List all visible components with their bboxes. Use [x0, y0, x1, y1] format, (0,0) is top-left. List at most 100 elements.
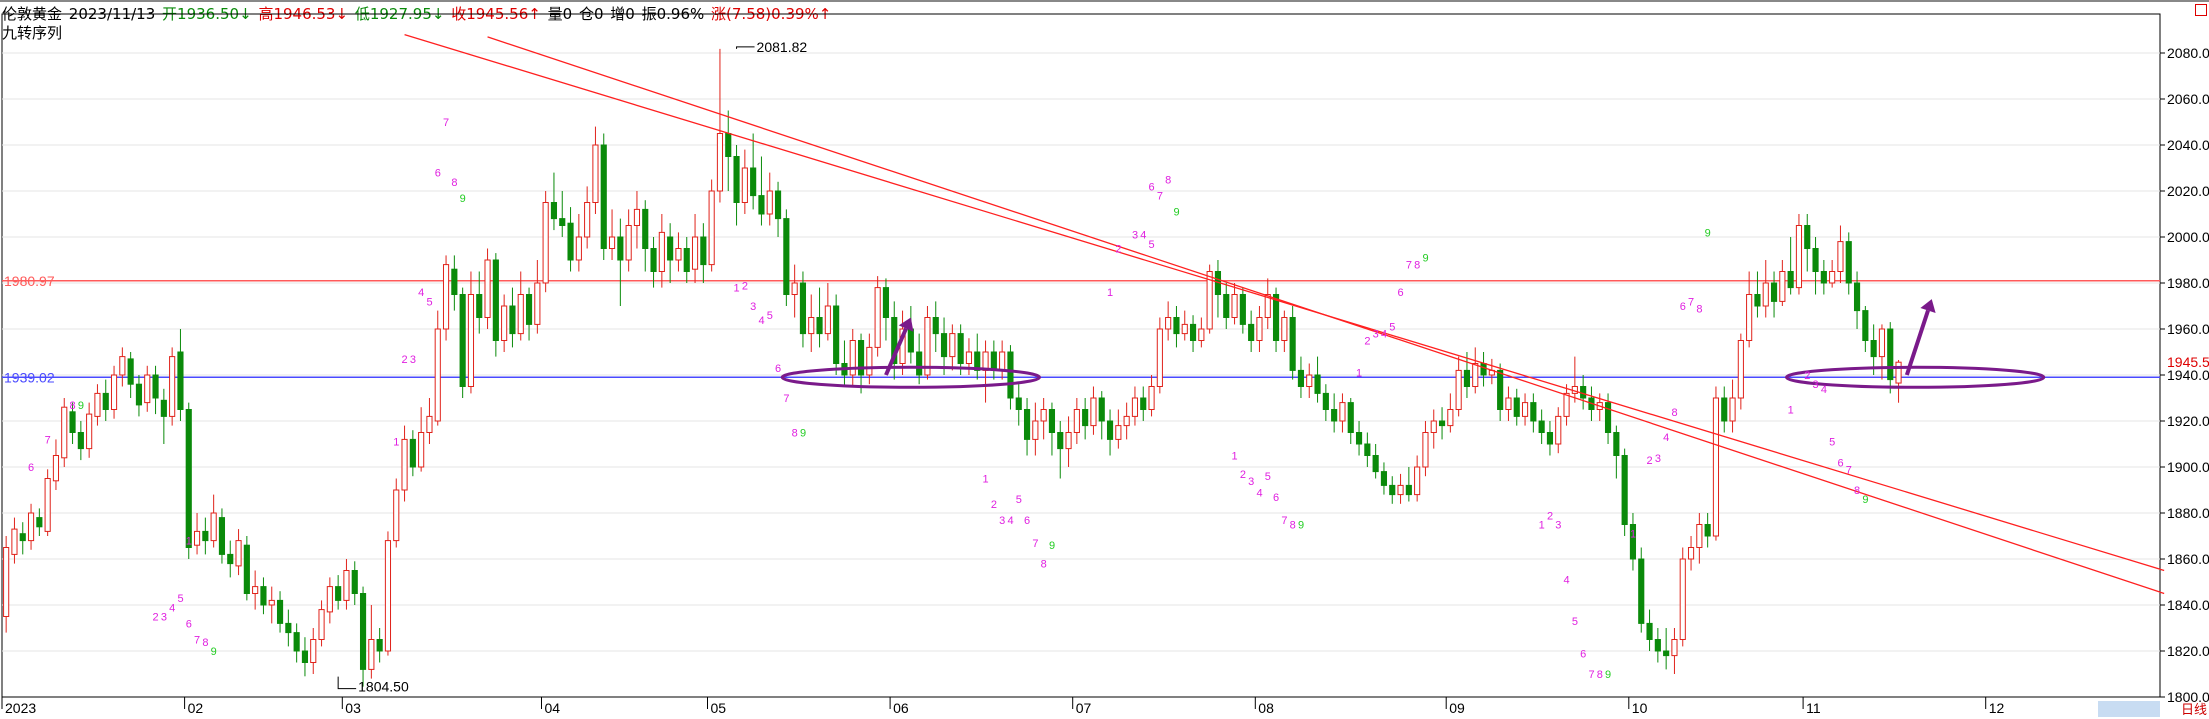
- candle-body: [1862, 310, 1869, 342]
- candle: [1397, 473, 1404, 504]
- td-count-label: 8: [1597, 669, 1603, 681]
- candle: [1414, 455, 1421, 502]
- candle: [1638, 547, 1645, 633]
- candle: [1480, 352, 1487, 387]
- candle: [335, 575, 342, 610]
- candle: [824, 283, 831, 341]
- candle: [1862, 306, 1869, 352]
- support-label: 1939.02: [4, 369, 55, 385]
- candle: [276, 591, 284, 633]
- candle-body: [1795, 225, 1803, 289]
- td-count-label: 3: [1555, 520, 1561, 532]
- candle-body: [1480, 363, 1487, 376]
- candle-body: [1306, 374, 1313, 387]
- candle-body: [1663, 650, 1670, 657]
- candle-body: [550, 202, 558, 220]
- candle-body: [69, 411, 76, 433]
- x-tick-label: 2023: [5, 700, 36, 716]
- td-count-label: 9: [1298, 520, 1304, 532]
- td-count-label: 2: [1804, 370, 1810, 382]
- candle-body: [1023, 409, 1031, 440]
- candle: [675, 232, 682, 272]
- candle-body: [1604, 402, 1612, 434]
- candle-body: [617, 236, 624, 261]
- candle: [1231, 283, 1238, 325]
- candle-body: [476, 294, 483, 318]
- candle: [1140, 386, 1147, 421]
- candle: [1804, 214, 1811, 272]
- candle: [1538, 409, 1545, 444]
- resistance-label: 1980.97: [4, 273, 55, 289]
- candle-body: [1438, 420, 1446, 427]
- td-count-label: 2: [991, 499, 997, 511]
- candle-body: [559, 218, 566, 227]
- candle: [725, 110, 732, 191]
- candle-body: [642, 208, 649, 249]
- candle: [11, 517, 18, 564]
- candle: [1289, 306, 1296, 380]
- td-count-label: 1: [983, 474, 989, 486]
- arrow-shaft: [1904, 309, 1930, 376]
- candle: [874, 276, 881, 357]
- candle-body: [426, 415, 433, 433]
- candle-body: [774, 190, 782, 220]
- candle: [1131, 386, 1139, 426]
- y-tick-label: 2040.00: [2167, 137, 2209, 153]
- candle: [310, 628, 317, 674]
- candle: [1447, 393, 1454, 433]
- candle: [1472, 347, 1479, 394]
- candle-body: [409, 438, 416, 468]
- candle: [1272, 287, 1280, 352]
- td-count-label: 7: [1157, 191, 1163, 203]
- candle-body: [733, 156, 740, 203]
- candle-body: [700, 236, 707, 266]
- candle: [567, 207, 574, 272]
- candle: [816, 287, 823, 348]
- candle: [1555, 407, 1562, 454]
- candle-body: [492, 259, 499, 341]
- td-count-label: 6: [1024, 515, 1030, 527]
- candle-body: [1770, 282, 1778, 302]
- td-count-label: 4: [1663, 432, 1669, 444]
- candle-body: [932, 317, 939, 335]
- candlestick-chart[interactable]: 1800.001820.001840.001860.001880.001900.…: [0, 0, 2209, 719]
- candle: [1530, 393, 1537, 433]
- candle-body: [252, 586, 259, 594]
- candle: [517, 271, 524, 341]
- candle-body: [1281, 317, 1288, 341]
- td-count-label: 1: [1630, 529, 1636, 541]
- candle: [642, 200, 649, 272]
- td-count-label: 5: [1149, 239, 1155, 251]
- td-count-label: 8: [1671, 407, 1677, 419]
- candle: [1829, 260, 1836, 288]
- candle-body: [1156, 328, 1163, 387]
- td-count-label: 6: [1580, 648, 1586, 660]
- candle: [1339, 393, 1346, 433]
- candle: [1621, 448, 1628, 536]
- candle-body: [575, 236, 582, 261]
- candle-body: [1521, 402, 1529, 417]
- td-count-label: 9: [1605, 669, 1611, 681]
- candle-body: [1389, 484, 1396, 496]
- candle: [1331, 393, 1338, 433]
- candle-body: [750, 167, 757, 197]
- candle-body: [326, 586, 333, 613]
- candle-body: [1555, 415, 1562, 445]
- candle: [243, 536, 250, 601]
- td-count-label: 3: [1132, 230, 1138, 242]
- candle: [1239, 287, 1246, 334]
- candle-body: [1181, 323, 1188, 335]
- td-count-label: 1: [1356, 368, 1362, 380]
- td-count-label: 2: [1364, 336, 1370, 348]
- candle-body: [1887, 328, 1894, 381]
- candle: [1214, 260, 1222, 318]
- candle-body: [1256, 317, 1263, 341]
- candle-body: [667, 236, 674, 261]
- td-count-label: 7: [1032, 538, 1038, 550]
- td-count-label: 9: [1862, 494, 1868, 506]
- candle: [202, 517, 209, 555]
- candle-body: [1497, 369, 1504, 410]
- tab-daily[interactable]: 日线: [2181, 699, 2207, 718]
- td-count-label: 4: [758, 315, 764, 327]
- candle-body: [1297, 369, 1305, 387]
